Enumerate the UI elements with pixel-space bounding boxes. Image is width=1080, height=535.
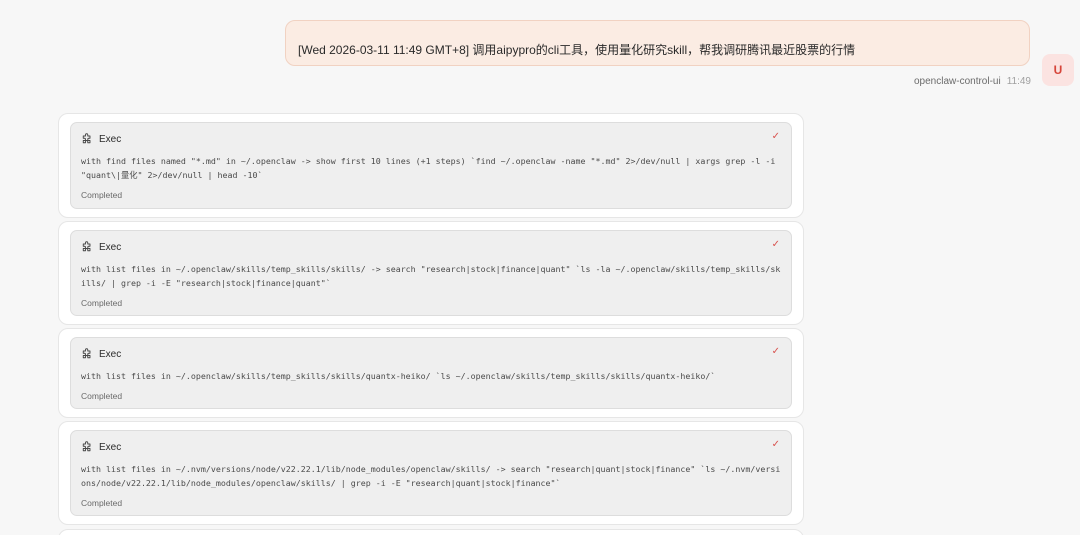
tool-card[interactable]: Exec ✓ with list files in ~/.openclaw/sk… [70,337,792,409]
tool-card[interactable]: Exec ✓ with find files named "*.md" in ~… [70,122,792,209]
tool-status: Completed [81,190,123,200]
check-icon: ✓ [771,346,780,357]
user-avatar[interactable]: U [1042,54,1074,86]
tool-name: Exec [99,133,122,145]
tool-call-group: Exec ✓ with list files in ~/.nvm/version… [58,421,804,525]
tool-header: Exec [81,347,781,361]
avatar-letter: U [1053,63,1063,77]
chat-view: [Wed 2026-03-11 11:49 GMT+8] 调用aipypro的c… [0,0,1080,535]
tool-card[interactable]: Exec ✓ with list files in ~/.nvm/version… [70,430,792,516]
check-icon: ✓ [771,131,780,142]
check-icon: ✓ [771,439,780,450]
puzzle-icon [82,441,91,452]
tool-card[interactable]: Exec ✓ with list files in ~/.openclaw/sk… [70,230,792,316]
tool-header: Exec [81,440,781,454]
tool-command: with list files in ~/.openclaw/skills/te… [81,264,781,288]
tool-call-group: Exec ✓ with find files named "*.md" in ~… [58,113,804,218]
tool-name: Exec [99,441,122,453]
tool-name: Exec [99,348,122,360]
message-time: 11:49 [1006,76,1031,87]
puzzle-icon [82,241,91,252]
tool-call-group [58,529,804,535]
tool-header: Exec [81,240,781,254]
check-icon: ✓ [771,239,780,250]
puzzle-icon [82,133,91,144]
tool-status: Completed [81,298,123,308]
tool-status: Completed [81,498,123,508]
puzzle-icon [82,348,91,359]
sender-name: openclaw-control-ui [913,76,1001,87]
tool-call-group: Exec ✓ with list files in ~/.openclaw/sk… [58,221,804,325]
tool-command: with find files named "*.md" in ~/.openc… [81,156,781,180]
user-message-text: [Wed 2026-03-11 11:49 GMT+8] 调用aipypro的c… [298,43,856,57]
tool-command: with list files in ~/.nvm/versions/node/… [81,464,781,488]
tool-header: Exec [81,132,781,146]
user-message-meta: openclaw-control-ui 11:49 [914,76,1031,87]
tool-status: Completed [81,391,123,401]
tool-name: Exec [99,241,122,253]
tool-command: with list files in ~/.openclaw/skills/te… [81,371,716,381]
tool-call-group: Exec ✓ with list files in ~/.openclaw/sk… [58,328,804,418]
user-message-bubble: [Wed 2026-03-11 11:49 GMT+8] 调用aipypro的c… [285,20,1030,66]
